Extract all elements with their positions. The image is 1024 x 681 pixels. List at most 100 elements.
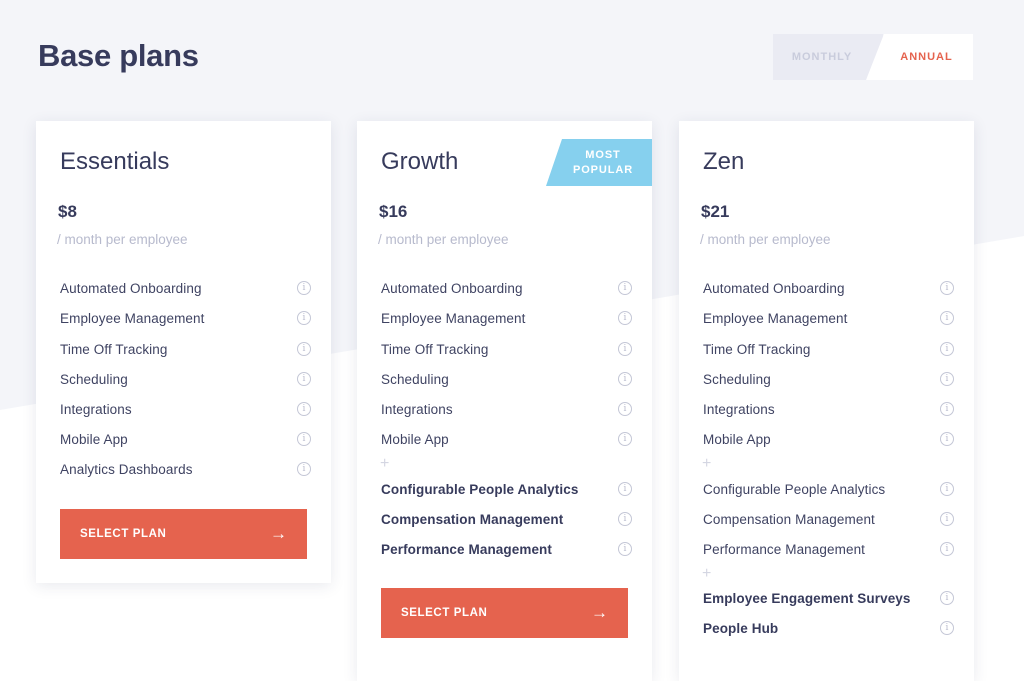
info-icon[interactable]: i bbox=[940, 432, 954, 446]
plan-card-growth: MOST POPULAR Growth $16 / month per empl… bbox=[357, 121, 652, 681]
feature-item: Mobile App i bbox=[60, 428, 311, 450]
feature-item: Analytics Dashboards i bbox=[60, 458, 311, 480]
badge-line-2: POPULAR bbox=[572, 163, 634, 176]
page-title: Base plans bbox=[38, 38, 199, 73]
feature-item: Automated Onboarding i bbox=[60, 277, 311, 299]
info-icon[interactable]: i bbox=[297, 342, 311, 356]
plus-icon: + bbox=[702, 565, 712, 582]
info-icon[interactable]: i bbox=[940, 402, 954, 416]
feature-label: Performance Management bbox=[381, 541, 553, 557]
info-icon[interactable]: i bbox=[618, 542, 632, 556]
arrow-right-icon: → bbox=[270, 524, 287, 543]
plan-period: / month per employee bbox=[700, 232, 831, 247]
info-icon[interactable]: i bbox=[940, 311, 954, 325]
feature-label: Mobile App bbox=[60, 431, 128, 447]
feature-label: Time Off Tracking bbox=[60, 341, 168, 357]
feature-label: Scheduling bbox=[703, 371, 771, 387]
info-icon[interactable]: i bbox=[297, 281, 311, 295]
info-icon[interactable]: i bbox=[618, 281, 632, 295]
info-icon[interactable]: i bbox=[618, 512, 632, 526]
feature-label: People Hub bbox=[703, 620, 779, 636]
plan-card-essentials: Essentials $8 / month per employee Autom… bbox=[36, 121, 331, 583]
feature-item: Configurable People Analytics i bbox=[703, 478, 954, 500]
info-icon[interactable]: i bbox=[940, 512, 954, 526]
info-icon[interactable]: i bbox=[940, 621, 954, 635]
feature-item: Time Off Tracking i bbox=[703, 338, 954, 360]
feature-item: Mobile App i bbox=[381, 428, 632, 450]
info-icon[interactable]: i bbox=[618, 432, 632, 446]
info-icon[interactable]: i bbox=[618, 372, 632, 386]
feature-label: Configurable People Analytics bbox=[703, 481, 886, 497]
feature-label: Time Off Tracking bbox=[703, 341, 811, 357]
feature-label: Compensation Management bbox=[381, 511, 564, 527]
feature-item: Employee Management i bbox=[703, 307, 954, 329]
plan-price: $8 bbox=[58, 202, 77, 221]
info-icon[interactable]: i bbox=[618, 402, 632, 416]
badge-line-1: MOST bbox=[585, 148, 621, 161]
feature-item: Mobile App i bbox=[703, 428, 954, 450]
billing-toggle[interactable]: MONTHLY ANNUAL bbox=[773, 34, 973, 80]
info-icon[interactable]: i bbox=[618, 482, 632, 496]
feature-label: Mobile App bbox=[381, 431, 449, 447]
feature-label: Integrations bbox=[703, 401, 775, 417]
feature-item: Employee Management i bbox=[381, 307, 632, 329]
feature-item: Automated Onboarding i bbox=[381, 277, 632, 299]
info-icon[interactable]: i bbox=[297, 372, 311, 386]
feature-label: Automated Onboarding bbox=[703, 280, 845, 296]
feature-label: Employee Management bbox=[703, 310, 848, 326]
feature-item: Automated Onboarding i bbox=[703, 277, 954, 299]
plan-price: $21 bbox=[701, 202, 730, 221]
info-icon[interactable]: i bbox=[940, 591, 954, 605]
feature-item: Scheduling i bbox=[60, 368, 311, 390]
feature-label: Integrations bbox=[381, 401, 453, 417]
plan-period: / month per employee bbox=[378, 232, 509, 247]
select-plan-button-growth[interactable]: SELECT PLAN → bbox=[381, 588, 628, 638]
feature-label: Employee Management bbox=[60, 310, 205, 326]
feature-label: Scheduling bbox=[381, 371, 449, 387]
info-icon[interactable]: i bbox=[940, 342, 954, 356]
toggle-monthly[interactable]: MONTHLY bbox=[773, 34, 883, 80]
feature-label: Time Off Tracking bbox=[381, 341, 489, 357]
info-icon[interactable]: i bbox=[940, 542, 954, 556]
feature-item: Time Off Tracking i bbox=[381, 338, 632, 360]
feature-label: Employee Engagement Surveys bbox=[703, 590, 911, 606]
feature-item: People Hub i bbox=[703, 617, 954, 639]
plan-period: / month per employee bbox=[57, 232, 188, 247]
feature-label: Compensation Management bbox=[703, 511, 875, 527]
feature-label: Automated Onboarding bbox=[60, 280, 202, 296]
plan-name: Growth bbox=[381, 148, 459, 175]
plan-card-zen: Zen $21 / month per employee Automated O… bbox=[679, 121, 974, 681]
toggle-annual[interactable]: ANNUAL bbox=[866, 34, 973, 80]
info-icon[interactable]: i bbox=[940, 482, 954, 496]
feature-label: Automated Onboarding bbox=[381, 280, 523, 296]
feature-item: Scheduling i bbox=[703, 368, 954, 390]
feature-item: Performance Management i bbox=[381, 538, 632, 560]
feature-item: Compensation Management i bbox=[381, 508, 632, 530]
arrow-right-icon: → bbox=[591, 603, 608, 622]
feature-label: Mobile App bbox=[703, 431, 771, 447]
info-icon[interactable]: i bbox=[940, 372, 954, 386]
info-icon[interactable]: i bbox=[618, 342, 632, 356]
plan-price: $16 bbox=[379, 202, 408, 221]
feature-item: Compensation Management i bbox=[703, 508, 954, 530]
info-icon[interactable]: i bbox=[940, 281, 954, 295]
feature-item: Employee Engagement Surveys i bbox=[703, 587, 954, 609]
feature-item: Employee Management i bbox=[60, 307, 311, 329]
plus-icon: + bbox=[380, 455, 390, 472]
select-plan-label: SELECT PLAN bbox=[401, 607, 488, 619]
info-icon[interactable]: i bbox=[297, 311, 311, 325]
feature-label: Integrations bbox=[60, 401, 132, 417]
feature-item: Integrations i bbox=[381, 398, 632, 420]
info-icon[interactable]: i bbox=[297, 402, 311, 416]
feature-item: Performance Management i bbox=[703, 538, 954, 560]
feature-label: Analytics Dashboards bbox=[60, 461, 193, 477]
feature-item: Integrations i bbox=[60, 398, 311, 420]
feature-label: Scheduling bbox=[60, 371, 128, 387]
select-plan-button-essentials[interactable]: SELECT PLAN → bbox=[60, 509, 307, 559]
feature-label: Employee Management bbox=[381, 310, 526, 326]
info-icon[interactable]: i bbox=[297, 432, 311, 446]
feature-item: Integrations i bbox=[703, 398, 954, 420]
info-icon[interactable]: i bbox=[297, 462, 311, 476]
feature-item: Scheduling i bbox=[381, 368, 632, 390]
info-icon[interactable]: i bbox=[618, 311, 632, 325]
